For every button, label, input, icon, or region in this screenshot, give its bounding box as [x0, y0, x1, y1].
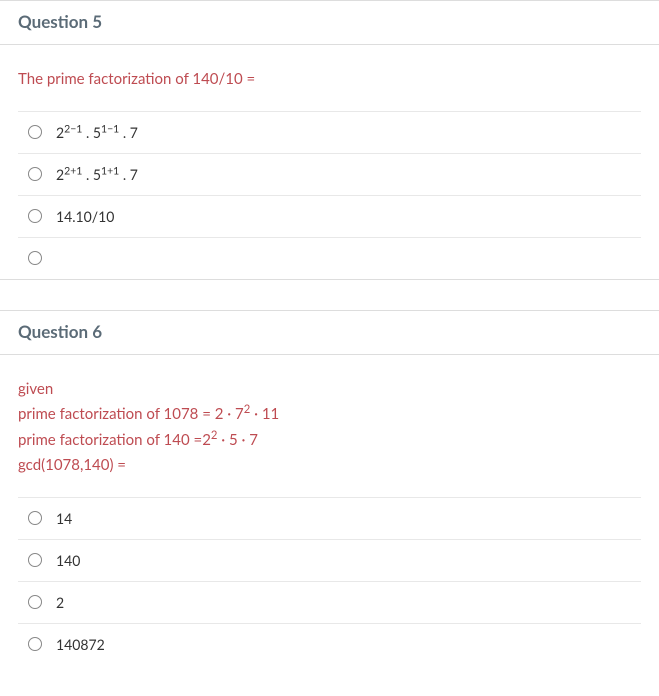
option-row[interactable]: 22−1 . 51−1 . 7 [18, 111, 641, 153]
question-body: given prime factorization of 1078 = 2 · … [0, 355, 659, 665]
radio-icon[interactable] [28, 209, 42, 223]
option-label: 140872 [56, 636, 105, 653]
option-row[interactable]: 22+1 . 51+1 . 7 [18, 153, 641, 195]
question-header: Question 5 [0, 1, 659, 45]
radio-icon[interactable] [28, 511, 42, 525]
radio-icon[interactable] [28, 167, 42, 181]
radio-icon[interactable] [28, 553, 42, 567]
prompt-line: The prime factorization of 140/10 = [18, 67, 641, 93]
question-title: Question 5 [18, 11, 102, 32]
option-label: 22−1 . 51−1 . 7 [56, 124, 138, 141]
option-label: 14 [56, 510, 72, 527]
option-row[interactable]: 140872 [18, 623, 641, 665]
radio-icon[interactable] [28, 595, 42, 609]
option-row[interactable] [18, 237, 641, 279]
option-label: 22+1 . 51+1 . 7 [56, 166, 138, 183]
option-label: 2 [56, 594, 64, 611]
prompt-line: gcd(1078,140) = [18, 453, 641, 479]
option-label: 140 [56, 552, 80, 569]
question-title: Question 6 [18, 321, 102, 342]
prompt-line: prime factorization of 1078 = 2 · 72 · 1… [18, 402, 641, 428]
options-list: 14 140 2 140872 [18, 497, 641, 665]
question-body: The prime factorization of 140/10 = 22−1… [0, 45, 659, 279]
question-prompt: The prime factorization of 140/10 = [18, 67, 641, 93]
question-prompt: given prime factorization of 1078 = 2 · … [18, 377, 641, 479]
question-block: Question 5 The prime factorization of 14… [0, 0, 659, 280]
radio-icon[interactable] [28, 251, 42, 265]
option-row[interactable]: 2 [18, 581, 641, 623]
option-label: 14.10/10 [56, 208, 114, 225]
prompt-line: given [18, 377, 641, 403]
radio-icon[interactable] [28, 125, 42, 139]
question-block: Question 6 given prime factorization of … [0, 310, 659, 665]
radio-icon[interactable] [28, 637, 42, 651]
question-header: Question 6 [0, 311, 659, 355]
prompt-line: prime factorization of 140 =22 · 5 · 7 [18, 428, 641, 454]
option-row[interactable]: 14 [18, 497, 641, 539]
option-row[interactable]: 14.10/10 [18, 195, 641, 237]
option-row[interactable]: 140 [18, 539, 641, 581]
options-list: 22−1 . 51−1 . 7 22+1 . 51+1 . 7 14.10/10 [18, 111, 641, 279]
